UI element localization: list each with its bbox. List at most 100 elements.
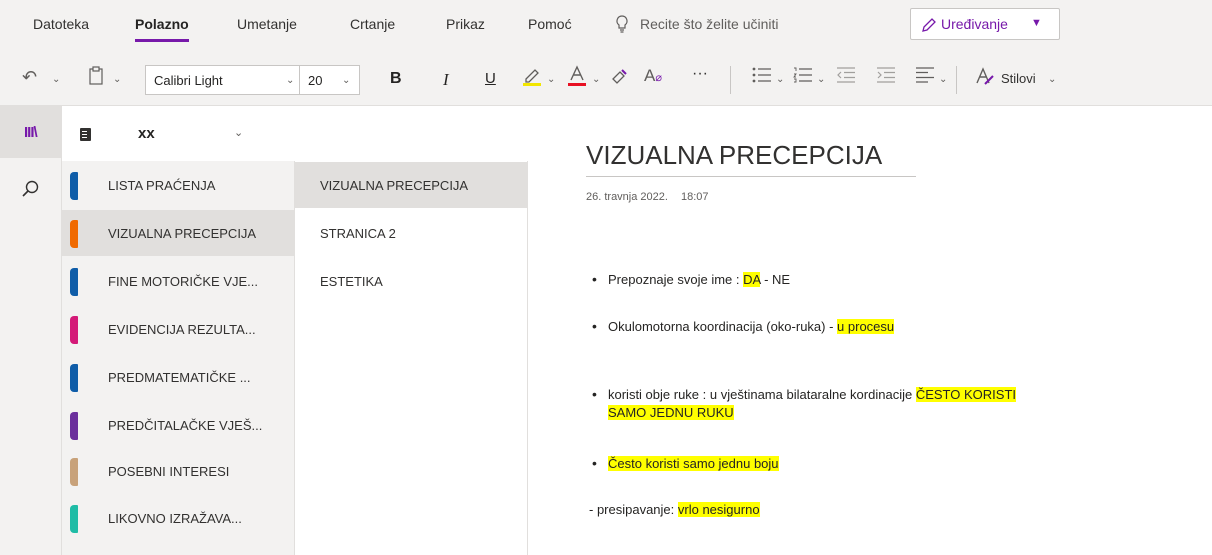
section-item[interactable]: FINE MOTORIČKE VJE... xyxy=(62,258,295,304)
notebooks-button[interactable]: III\ xyxy=(0,106,62,158)
notebook-icon xyxy=(80,128,91,141)
section-color-tab xyxy=(70,458,78,486)
tab-prikaz[interactable]: Prikaz xyxy=(446,16,485,32)
toolbar-separator xyxy=(730,66,731,94)
section-label: PREDČITALAČKE VJEŠ... xyxy=(108,418,263,433)
editing-mode-label: Uređivanje xyxy=(941,16,1008,32)
note-text: koristi obje ruke : u vještinama bilatar… xyxy=(608,387,916,402)
note-text: - NE xyxy=(760,272,791,287)
section-color-tab xyxy=(70,364,78,392)
font-name-select[interactable]: Calibri Light ⌄ xyxy=(145,65,300,95)
underline-button[interactable]: U xyxy=(485,70,496,87)
tell-me-search[interactable]: Recite što želite učiniti xyxy=(616,15,779,33)
bullets-icon[interactable] xyxy=(752,67,772,86)
font-color-chevron-icon[interactable]: ⌄ xyxy=(592,74,600,85)
tab-pomoc[interactable]: Pomoć xyxy=(528,16,572,32)
numbering-icon[interactable] xyxy=(793,67,813,86)
section-item[interactable]: POSEBNI INTERESI xyxy=(62,448,295,494)
note-canvas[interactable]: VIZUALNA PRECEPCIJA 26. travnja 2022. 18… xyxy=(529,106,1212,555)
more-options-icon[interactable]: ··· xyxy=(692,65,708,83)
section-item[interactable]: LISTA PRAĆENJA xyxy=(62,162,295,208)
page-time: 18:07 xyxy=(681,191,709,203)
clipboard-chevron-icon[interactable]: ⌄ xyxy=(113,74,121,85)
font-size-chevron-icon: ⌄ xyxy=(342,75,351,86)
search-button[interactable] xyxy=(22,180,40,203)
styles-button[interactable]: Stilovi xyxy=(1001,71,1036,86)
section-color-tab xyxy=(70,172,78,200)
section-item[interactable]: LIKOVNO IZRAŽAVA... xyxy=(62,495,295,541)
chevron-down-icon: ⌄ xyxy=(234,127,244,139)
styles-chevron-icon[interactable]: ⌄ xyxy=(1048,74,1056,85)
note-bullet[interactable]: koristi obje ruke : u vještinama bilatar… xyxy=(592,385,1016,422)
highlighted-text: ČESTO KORISTI xyxy=(915,387,1016,402)
increase-indent-icon[interactable] xyxy=(876,67,896,86)
italic-button[interactable]: I xyxy=(443,70,449,90)
page-date: 26. travnja 2022. xyxy=(586,191,668,203)
section-label: FINE MOTORIČKE VJE... xyxy=(108,274,259,289)
alignment-chevron-icon[interactable]: ⌄ xyxy=(939,74,947,85)
highlight-icon[interactable] xyxy=(522,65,542,90)
section-item[interactable]: PREDČITALAČKE VJEŠ... xyxy=(62,402,295,448)
decrease-indent-icon[interactable] xyxy=(836,67,856,86)
highlighted-text: SAMO JEDNU RUKU xyxy=(608,405,734,420)
section-item[interactable]: EVIDENCIJA REZULTA... xyxy=(62,306,295,352)
tell-me-label: Recite što želite učiniti xyxy=(640,16,779,32)
tab-crtanje[interactable]: Crtanje xyxy=(350,16,395,32)
page-label: VIZUALNA PRECEPCIJA xyxy=(320,178,469,193)
font-name-value: Calibri Light xyxy=(154,73,223,88)
section-label: POSEBNI INTERESI xyxy=(108,464,230,479)
highlighted-text: DA xyxy=(743,272,761,287)
note-bullet[interactable]: Često koristi samo jednu boju xyxy=(592,455,779,471)
font-color-icon[interactable] xyxy=(567,65,587,90)
section-label: LIKOVNO IZRAŽAVA... xyxy=(108,511,242,526)
nav-rail: III\ xyxy=(0,106,62,555)
page-title[interactable]: VIZUALNA PRECEPCIJA xyxy=(586,140,882,171)
numbering-chevron-icon[interactable]: ⌄ xyxy=(817,74,825,85)
editing-mode-button[interactable]: Uređivanje ▼ xyxy=(910,8,1060,40)
clipboard-icon[interactable] xyxy=(88,66,104,89)
note-bullet[interactable]: Prepoznaje svoje ime : DA - NE xyxy=(592,271,791,287)
clear-formatting-icon[interactable]: A⌀ xyxy=(644,66,662,86)
ribbon-tabs: Datoteka Polazno Umetanje Crtanje Prikaz… xyxy=(0,0,1212,52)
highlight-chevron-icon[interactable]: ⌄ xyxy=(547,74,555,85)
section-color-tab xyxy=(70,220,78,248)
undo-icon[interactable]: ↶ xyxy=(22,67,37,88)
section-color-tab xyxy=(70,268,78,296)
lightbulb-icon xyxy=(616,15,628,33)
page-meta: 26. travnja 2022. 18:07 xyxy=(586,191,719,203)
tab-polazno[interactable]: Polazno xyxy=(135,16,189,42)
font-chevron-icon: ⌄ xyxy=(286,75,295,86)
formatting-toolbar: ↶ ⌄ ⌄ Calibri Light ⌄ 20 ⌄ B I U ⌄ ⌄ A⌀ … xyxy=(0,52,1212,106)
section-item[interactable]: VIZUALNA PRECEPCIJA xyxy=(62,210,295,256)
section-label: PREDMATEMATIČKE ... xyxy=(108,370,251,385)
page-item[interactable]: ESTETIKA xyxy=(295,258,528,304)
section-color-tab xyxy=(70,316,78,344)
font-size-select[interactable]: 20 ⌄ xyxy=(300,65,360,95)
note-line[interactable]: - presipavanje: vrlo nesigurno xyxy=(589,502,760,517)
font-size-value: 20 xyxy=(308,73,323,88)
pages-pane: VIZUALNA PRECEPCIJA STRANICA 2 ESTETIKA xyxy=(295,161,528,555)
library-icon: III\ xyxy=(24,124,38,141)
tab-umetanje[interactable]: Umetanje xyxy=(237,16,297,32)
format-painter-icon[interactable] xyxy=(610,67,630,88)
highlighted-text: u procesu xyxy=(837,319,895,334)
bullets-chevron-icon[interactable]: ⌄ xyxy=(776,74,784,85)
tab-datoteka[interactable]: Datoteka xyxy=(33,16,89,32)
highlighted-text: vrlo nesigurno xyxy=(677,502,760,517)
note-text: Okulomotorna koordinacija (oko-ruka) - xyxy=(608,319,838,334)
styles-icon[interactable] xyxy=(975,66,995,89)
note-text: - presipavanje: xyxy=(589,502,678,517)
undo-chevron-icon[interactable]: ⌄ xyxy=(52,74,60,85)
alignment-icon[interactable] xyxy=(915,67,935,86)
page-item[interactable]: VIZUALNA PRECEPCIJA xyxy=(295,162,528,208)
highlighted-text: Često koristi samo jednu boju xyxy=(608,456,779,471)
bold-button[interactable]: B xyxy=(390,70,402,88)
notebook-picker[interactable]: xx ⌄ xyxy=(62,106,528,161)
chevron-down-icon: ▼ xyxy=(1031,17,1042,29)
search-icon xyxy=(22,180,39,197)
toolbar-separator xyxy=(956,66,957,94)
pencil-icon xyxy=(922,18,936,32)
note-bullet[interactable]: Okulomotorna koordinacija (oko-ruka) - u… xyxy=(592,318,895,334)
section-item[interactable]: PREDMATEMATIČKE ... xyxy=(62,354,295,400)
page-item[interactable]: STRANICA 2 xyxy=(295,210,528,256)
